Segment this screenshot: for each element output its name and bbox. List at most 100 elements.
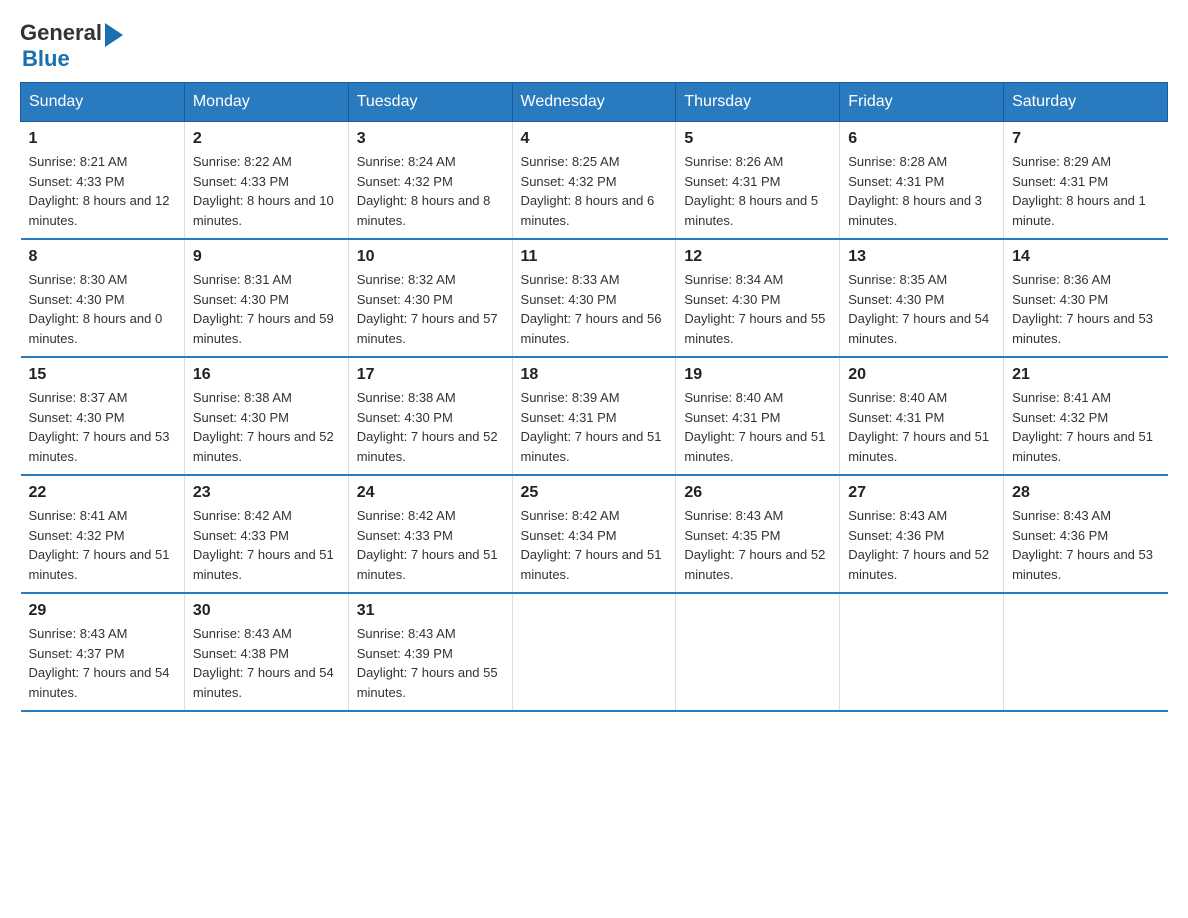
daylight-text: Daylight: 7 hours and 51 minutes.: [521, 429, 662, 464]
sunset-text: Sunset: 4:33 PM: [357, 528, 453, 543]
sunrise-text: Sunrise: 8:29 AM: [1012, 154, 1111, 169]
calendar-cell: 12 Sunrise: 8:34 AM Sunset: 4:30 PM Dayl…: [676, 239, 840, 357]
day-number: 9: [193, 248, 340, 266]
calendar-week-1: 1 Sunrise: 8:21 AM Sunset: 4:33 PM Dayli…: [21, 122, 1168, 240]
sunrise-text: Sunrise: 8:39 AM: [521, 390, 620, 405]
day-number: 7: [1012, 130, 1159, 148]
calendar-cell: 22 Sunrise: 8:41 AM Sunset: 4:32 PM Dayl…: [21, 475, 185, 593]
day-number: 21: [1012, 366, 1159, 384]
sunset-text: Sunset: 4:32 PM: [357, 174, 453, 189]
calendar-cell: [676, 593, 840, 711]
daylight-text: Daylight: 7 hours and 54 minutes.: [29, 665, 170, 700]
calendar-table: SundayMondayTuesdayWednesdayThursdayFrid…: [20, 82, 1168, 712]
day-number: 15: [29, 366, 176, 384]
daylight-text: Daylight: 7 hours and 52 minutes.: [193, 429, 334, 464]
calendar-cell: 16 Sunrise: 8:38 AM Sunset: 4:30 PM Dayl…: [184, 357, 348, 475]
sunrise-text: Sunrise: 8:38 AM: [357, 390, 456, 405]
sunrise-text: Sunrise: 8:41 AM: [1012, 390, 1111, 405]
day-info: Sunrise: 8:39 AM Sunset: 4:31 PM Dayligh…: [521, 388, 668, 466]
calendar-cell: 24 Sunrise: 8:42 AM Sunset: 4:33 PM Dayl…: [348, 475, 512, 593]
day-info: Sunrise: 8:43 AM Sunset: 4:36 PM Dayligh…: [1012, 506, 1159, 584]
calendar-cell: 21 Sunrise: 8:41 AM Sunset: 4:32 PM Dayl…: [1004, 357, 1168, 475]
calendar-cell: 27 Sunrise: 8:43 AM Sunset: 4:36 PM Dayl…: [840, 475, 1004, 593]
day-number: 1: [29, 130, 176, 148]
daylight-text: Daylight: 7 hours and 51 minutes.: [29, 547, 170, 582]
sunset-text: Sunset: 4:34 PM: [521, 528, 617, 543]
sunrise-text: Sunrise: 8:42 AM: [357, 508, 456, 523]
sunset-text: Sunset: 4:30 PM: [1012, 292, 1108, 307]
day-number: 31: [357, 602, 504, 620]
calendar-cell: 14 Sunrise: 8:36 AM Sunset: 4:30 PM Dayl…: [1004, 239, 1168, 357]
day-number: 22: [29, 484, 176, 502]
day-info: Sunrise: 8:36 AM Sunset: 4:30 PM Dayligh…: [1012, 270, 1159, 348]
calendar-cell: 9 Sunrise: 8:31 AM Sunset: 4:30 PM Dayli…: [184, 239, 348, 357]
calendar-cell: 31 Sunrise: 8:43 AM Sunset: 4:39 PM Dayl…: [348, 593, 512, 711]
calendar-cell: 10 Sunrise: 8:32 AM Sunset: 4:30 PM Dayl…: [348, 239, 512, 357]
day-number: 16: [193, 366, 340, 384]
day-number: 10: [357, 248, 504, 266]
sunrise-text: Sunrise: 8:43 AM: [29, 626, 128, 641]
day-info: Sunrise: 8:26 AM Sunset: 4:31 PM Dayligh…: [684, 152, 831, 230]
daylight-text: Daylight: 7 hours and 55 minutes.: [357, 665, 498, 700]
sunrise-text: Sunrise: 8:25 AM: [521, 154, 620, 169]
day-number: 24: [357, 484, 504, 502]
calendar-cell: 1 Sunrise: 8:21 AM Sunset: 4:33 PM Dayli…: [21, 122, 185, 240]
daylight-text: Daylight: 7 hours and 59 minutes.: [193, 311, 334, 346]
sunrise-text: Sunrise: 8:43 AM: [848, 508, 947, 523]
calendar-week-3: 15 Sunrise: 8:37 AM Sunset: 4:30 PM Dayl…: [21, 357, 1168, 475]
calendar-cell: [512, 593, 676, 711]
calendar-cell: 23 Sunrise: 8:42 AM Sunset: 4:33 PM Dayl…: [184, 475, 348, 593]
day-info: Sunrise: 8:22 AM Sunset: 4:33 PM Dayligh…: [193, 152, 340, 230]
calendar-cell: [1004, 593, 1168, 711]
sunset-text: Sunset: 4:33 PM: [29, 174, 125, 189]
sunset-text: Sunset: 4:30 PM: [357, 292, 453, 307]
day-info: Sunrise: 8:38 AM Sunset: 4:30 PM Dayligh…: [193, 388, 340, 466]
daylight-text: Daylight: 7 hours and 52 minutes.: [684, 547, 825, 582]
calendar-week-5: 29 Sunrise: 8:43 AM Sunset: 4:37 PM Dayl…: [21, 593, 1168, 711]
day-info: Sunrise: 8:21 AM Sunset: 4:33 PM Dayligh…: [29, 152, 176, 230]
sunset-text: Sunset: 4:30 PM: [193, 292, 289, 307]
sunrise-text: Sunrise: 8:24 AM: [357, 154, 456, 169]
sunset-text: Sunset: 4:32 PM: [521, 174, 617, 189]
day-info: Sunrise: 8:28 AM Sunset: 4:31 PM Dayligh…: [848, 152, 995, 230]
sunrise-text: Sunrise: 8:36 AM: [1012, 272, 1111, 287]
calendar-cell: 8 Sunrise: 8:30 AM Sunset: 4:30 PM Dayli…: [21, 239, 185, 357]
sunset-text: Sunset: 4:31 PM: [521, 410, 617, 425]
sunrise-text: Sunrise: 8:33 AM: [521, 272, 620, 287]
day-number: 5: [684, 130, 831, 148]
daylight-text: Daylight: 7 hours and 54 minutes.: [848, 311, 989, 346]
sunset-text: Sunset: 4:33 PM: [193, 528, 289, 543]
logo: General Blue: [20, 20, 123, 72]
sunset-text: Sunset: 4:33 PM: [193, 174, 289, 189]
sunrise-text: Sunrise: 8:31 AM: [193, 272, 292, 287]
daylight-text: Daylight: 8 hours and 10 minutes.: [193, 193, 334, 228]
sunrise-text: Sunrise: 8:43 AM: [1012, 508, 1111, 523]
daylight-text: Daylight: 7 hours and 51 minutes.: [193, 547, 334, 582]
sunrise-text: Sunrise: 8:43 AM: [357, 626, 456, 641]
day-number: 23: [193, 484, 340, 502]
sunset-text: Sunset: 4:30 PM: [684, 292, 780, 307]
sunset-text: Sunset: 4:32 PM: [1012, 410, 1108, 425]
daylight-text: Daylight: 7 hours and 56 minutes.: [521, 311, 662, 346]
sunrise-text: Sunrise: 8:26 AM: [684, 154, 783, 169]
day-number: 2: [193, 130, 340, 148]
sunrise-text: Sunrise: 8:35 AM: [848, 272, 947, 287]
day-number: 25: [521, 484, 668, 502]
day-info: Sunrise: 8:43 AM Sunset: 4:38 PM Dayligh…: [193, 624, 340, 702]
sunset-text: Sunset: 4:31 PM: [848, 174, 944, 189]
day-info: Sunrise: 8:41 AM Sunset: 4:32 PM Dayligh…: [29, 506, 176, 584]
calendar-cell: 17 Sunrise: 8:38 AM Sunset: 4:30 PM Dayl…: [348, 357, 512, 475]
calendar-cell: 20 Sunrise: 8:40 AM Sunset: 4:31 PM Dayl…: [840, 357, 1004, 475]
sunset-text: Sunset: 4:30 PM: [29, 292, 125, 307]
daylight-text: Daylight: 7 hours and 51 minutes.: [521, 547, 662, 582]
day-number: 13: [848, 248, 995, 266]
daylight-text: Daylight: 7 hours and 52 minutes.: [848, 547, 989, 582]
calendar-week-2: 8 Sunrise: 8:30 AM Sunset: 4:30 PM Dayli…: [21, 239, 1168, 357]
sunrise-text: Sunrise: 8:42 AM: [521, 508, 620, 523]
sunset-text: Sunset: 4:32 PM: [29, 528, 125, 543]
daylight-text: Daylight: 8 hours and 8 minutes.: [357, 193, 491, 228]
weekday-header-tuesday: Tuesday: [348, 83, 512, 122]
sunrise-text: Sunrise: 8:34 AM: [684, 272, 783, 287]
day-info: Sunrise: 8:40 AM Sunset: 4:31 PM Dayligh…: [684, 388, 831, 466]
day-info: Sunrise: 8:37 AM Sunset: 4:30 PM Dayligh…: [29, 388, 176, 466]
